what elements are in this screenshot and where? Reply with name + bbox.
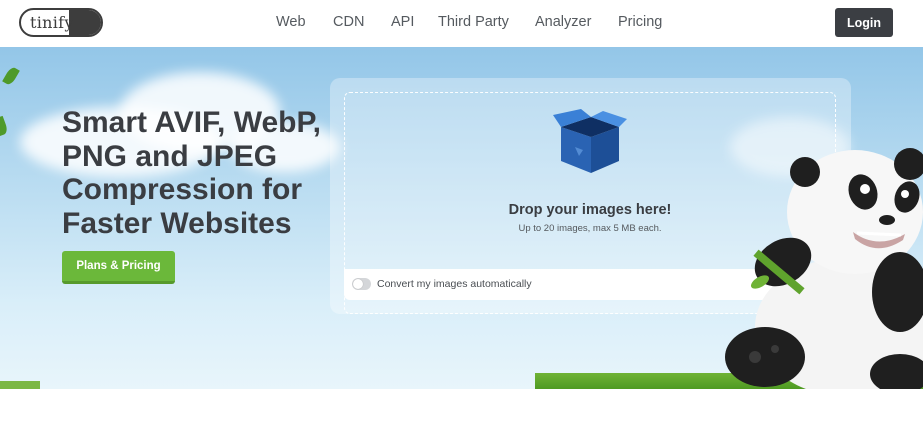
toggle-knob (353, 279, 363, 289)
headline-line: Compression for (62, 173, 303, 206)
headline-line: Faster Websites (62, 206, 292, 240)
headline-line: Smart AVIF, WebP, (62, 106, 321, 139)
logo-text: tinify (30, 13, 74, 32)
hero-headline: Smart AVIF, WebP, PNG and JPEG Compressi… (62, 106, 322, 240)
tinify-logo[interactable]: tinify (19, 8, 103, 37)
headline-line: PNG and JPEG (62, 139, 278, 173)
top-navbar: tinify Web CDN API Third Party Analyzer … (0, 0, 923, 47)
page-footer-space (0, 389, 923, 435)
nav-analyzer[interactable]: Analyzer (535, 14, 591, 30)
grass-decoration (0, 381, 40, 389)
bamboo-leaf-icon (0, 115, 9, 137)
plans-pricing-button[interactable]: Plans & Pricing (62, 251, 175, 284)
convert-toggle[interactable] (352, 278, 371, 290)
logo-dark-segment (69, 10, 101, 35)
nav-cdn[interactable]: CDN (333, 14, 364, 30)
bamboo-leaf-icon (2, 65, 20, 87)
nav-api[interactable]: API (391, 14, 414, 30)
image-dropzone[interactable] (344, 92, 836, 314)
nav-third-party[interactable]: Third Party (438, 14, 509, 30)
nav-pricing[interactable]: Pricing (618, 14, 662, 30)
grass-decoration (535, 373, 923, 389)
login-button[interactable]: Login (835, 8, 893, 37)
nav-web[interactable]: Web (276, 14, 306, 30)
